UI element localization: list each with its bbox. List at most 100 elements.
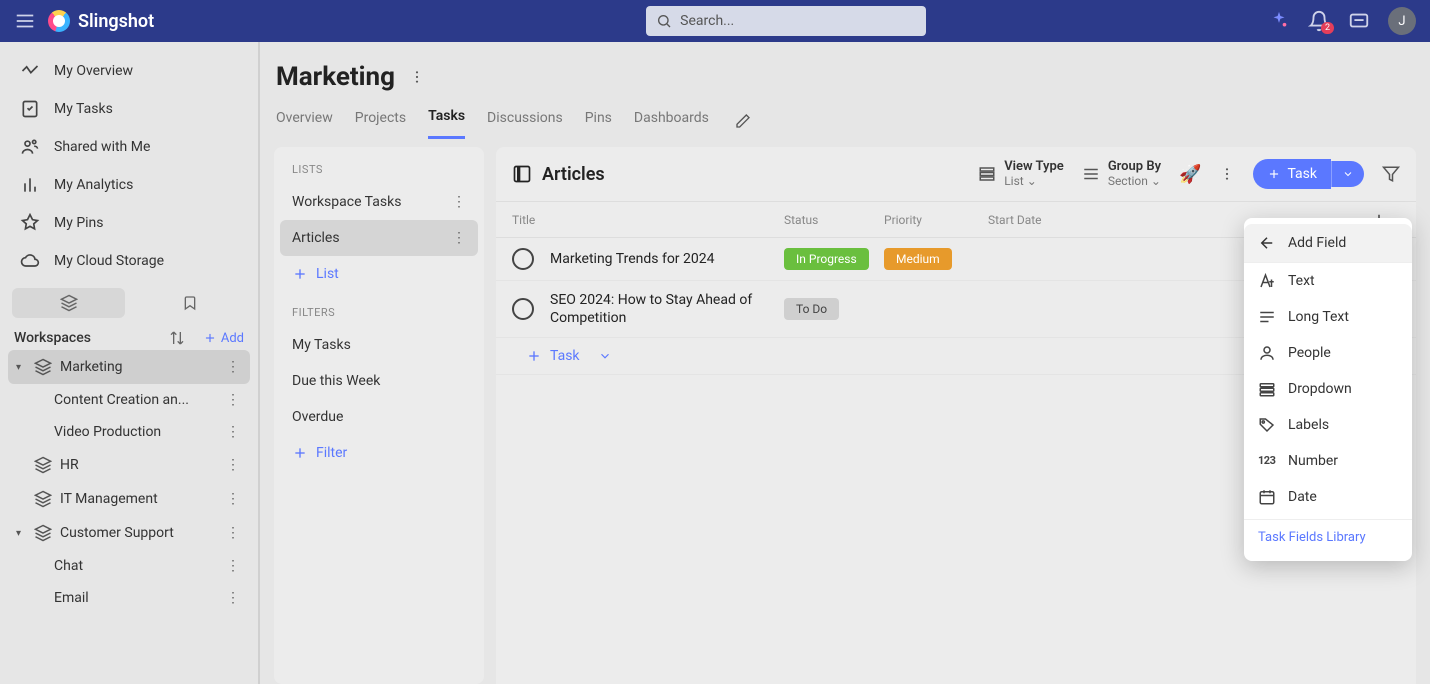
search-input[interactable]: Search... [646,6,926,36]
tab-dashboards[interactable]: Dashboards [634,104,709,138]
more-icon[interactable]: ⋮ [224,491,242,507]
new-task-dropdown[interactable] [1331,161,1364,187]
layers-icon [34,490,52,508]
nav-label: My Pins [54,215,104,231]
filter-item[interactable]: Overdue [280,399,478,435]
sort-icon[interactable] [169,330,185,346]
field-option-people[interactable]: People [1244,335,1412,371]
col-header-status[interactable]: Status [784,213,884,227]
more-icon[interactable]: ⋮ [452,194,466,210]
tab-pins[interactable]: Pins [585,104,612,138]
group-icon [1082,165,1100,183]
workspace-marketing[interactable]: ▾Marketing⋮ [8,350,250,384]
tab-overview[interactable]: Overview [276,104,333,138]
sidebar-item-my-analytics[interactable]: My Analytics [8,166,250,204]
col-header-start-date[interactable]: Start Date [988,213,1108,227]
list-item[interactable]: Articles⋮ [280,220,478,256]
more-icon[interactable]: ⋮ [224,525,242,541]
list-item[interactable]: Workspace Tasks⋮ [280,184,478,220]
expand-icon[interactable]: ▾ [16,362,26,373]
filter-item-label: Overdue [292,409,343,425]
more-icon[interactable]: ⋮ [224,392,242,408]
avatar[interactable]: J [1388,7,1416,35]
add-workspace-button[interactable]: Add [203,331,244,346]
workspace-label: Customer Support [60,525,174,541]
avatar-initial: J [1398,14,1405,29]
workspace-it-management[interactable]: IT Management⋮ [8,482,250,516]
workspace-child[interactable]: Video Production⋮ [8,416,250,448]
stack-view-toggle[interactable] [12,288,125,318]
field-option-date[interactable]: Date [1244,479,1412,515]
bookmark-view-toggle[interactable] [133,288,246,318]
sidebar-item-my-cloud-storage[interactable]: My Cloud Storage [8,242,250,280]
sidebar-item-my-pins[interactable]: My Pins [8,204,250,242]
add-task-dropdown[interactable] [598,349,612,363]
workspace-hr[interactable]: HR⋮ [8,448,250,482]
status-badge[interactable]: To Do [784,298,839,320]
col-header-title[interactable]: Title [512,213,784,227]
more-icon[interactable]: ⋮ [224,590,242,606]
filter-item-label: My Tasks [292,337,351,353]
field-option-dropdown[interactable]: Dropdown [1244,371,1412,407]
workspace-child[interactable]: Content Creation an...⋮ [8,384,250,416]
new-task-button[interactable]: Task [1253,159,1331,189]
field-type-icon: 123 [1258,452,1276,470]
tab-projects[interactable]: Projects [355,104,406,138]
field-option-label: Number [1288,453,1338,469]
field-option-label: People [1288,345,1331,361]
page-more-icon[interactable] [409,69,425,85]
field-option-text[interactable]: Text [1244,263,1412,299]
tab-discussions[interactable]: Discussions [487,104,563,138]
expand-icon[interactable]: ▾ [16,528,26,539]
workspace-child[interactable]: Chat⋮ [8,550,250,582]
complete-toggle[interactable] [512,298,534,320]
more-icon[interactable]: ⋮ [224,359,242,375]
field-option-label: Dropdown [1288,381,1352,397]
group-by-value: Section [1108,174,1148,188]
more-icon[interactable]: ⋮ [224,424,242,440]
back-icon[interactable] [1258,234,1276,252]
field-option-long-text[interactable]: Long Text [1244,299,1412,335]
chat-icon[interactable] [1348,10,1370,32]
sidebar-item-my-overview[interactable]: My Overview [8,52,250,90]
add-list-button[interactable]: List [280,256,478,292]
brand-logo[interactable]: Slingshot [48,10,154,32]
field-option-labels[interactable]: Labels [1244,407,1412,443]
rocket-icon[interactable]: 🚀 [1179,164,1201,185]
filter-icon[interactable] [1382,165,1400,183]
edit-tabs-icon[interactable] [735,113,751,129]
field-option-number[interactable]: 123 Number [1244,443,1412,479]
more-icon[interactable]: ⋮ [224,558,242,574]
field-type-icon [1258,416,1276,434]
bell-icon[interactable]: 2 [1308,10,1330,32]
bookmark-icon [182,295,198,311]
nav-icon [20,251,40,271]
complete-toggle[interactable] [512,248,534,270]
more-icon[interactable] [1219,166,1235,182]
list-icon [978,165,996,183]
sidebar-item-shared-with-me[interactable]: Shared with Me [8,128,250,166]
main-content: Marketing OverviewProjectsTasksDiscussio… [260,42,1430,684]
view-type-selector[interactable]: View Type List ⌄ [978,160,1064,187]
priority-badge[interactable]: Medium [884,248,952,270]
filter-item[interactable]: My Tasks [280,327,478,363]
more-icon[interactable]: ⋮ [452,230,466,246]
add-filter-button[interactable]: Filter [280,435,478,471]
tab-tasks[interactable]: Tasks [428,102,465,139]
workspace-customer-support[interactable]: ▾ Customer Support ⋮ [8,516,250,550]
filter-item-label: Due this Week [292,373,380,389]
new-task-label: Task [1287,166,1317,182]
filter-item[interactable]: Due this Week [280,363,478,399]
col-header-priority[interactable]: Priority [884,213,988,227]
more-icon[interactable]: ⋮ [224,457,242,473]
menu-icon[interactable] [14,10,36,32]
field-option-label: Long Text [1288,309,1349,325]
sidebar-item-my-tasks[interactable]: My Tasks [8,90,250,128]
group-by-label: Group By [1108,160,1161,174]
sparkle-icon[interactable] [1268,10,1290,32]
task-fields-library-link[interactable]: Task Fields Library [1244,519,1412,555]
group-by-selector[interactable]: Group By Section ⌄ [1082,160,1161,187]
add-task-button[interactable]: Task [526,348,580,364]
workspace-child[interactable]: Email⋮ [8,582,250,614]
status-badge[interactable]: In Progress [784,248,869,270]
